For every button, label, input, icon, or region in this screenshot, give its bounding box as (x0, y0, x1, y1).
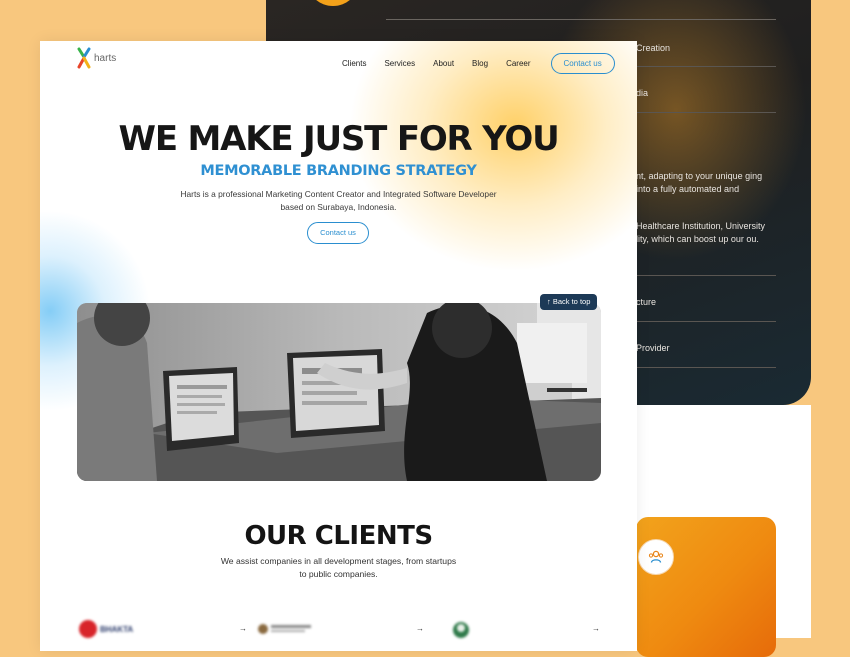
hero-subtitle: MEMORABLE BRANDING STRATEGY (200, 163, 477, 179)
hero-photo (77, 303, 601, 481)
divider (636, 275, 776, 276)
divider (636, 66, 776, 67)
logo-text: harts (94, 52, 117, 64)
orange-circle-decoration (308, 0, 358, 6)
nav-career[interactable]: Career (506, 59, 530, 68)
nav-clients[interactable]: Clients (342, 59, 366, 68)
service-row-3[interactable]: cture (636, 296, 776, 309)
brand-logo[interactable]: harts (77, 47, 116, 69)
service-row-4[interactable]: Provider (636, 342, 776, 355)
arrow-right-icon[interactable]: → (239, 624, 247, 633)
nav-services[interactable]: Services (384, 59, 415, 68)
arrow-up-icon: ↑ (547, 297, 551, 306)
header-contact-button[interactable]: Contact us (550, 53, 615, 74)
hero-description: Harts is a professional Marketing Conten… (180, 189, 497, 212)
service-description-1: nt, adapting to your unique ging into a … (636, 171, 763, 194)
service-description-2: Healthcare Institution, University lity,… (636, 221, 766, 244)
main-page: harts Clients Services About Blog Career… (40, 41, 637, 651)
back-to-top-label: Back to top (552, 297, 591, 306)
client-logo-1[interactable]: BHAKTA (78, 619, 138, 644)
client-logo-2[interactable] (256, 619, 316, 644)
hero-contact-button[interactable]: Contact us (307, 222, 369, 244)
divider (636, 321, 776, 322)
arrow-right-icon[interactable]: → (416, 624, 424, 633)
hero-title: WE MAKE JUST FOR YOU (118, 119, 560, 159)
client-logo-text: BHAKTA (100, 625, 133, 634)
background (811, 405, 850, 638)
back-to-top-button[interactable]: ↑ Back to top (540, 294, 598, 310)
client-logo-3[interactable] (450, 619, 480, 646)
arrow-right-icon[interactable]: → (592, 624, 600, 633)
service-row-1[interactable]: Creation (636, 42, 776, 55)
clients-description: We assist companies in all development s… (220, 556, 457, 579)
divider (386, 19, 776, 20)
users-icon (638, 539, 674, 575)
service-card[interactable] (636, 517, 776, 657)
service-row-2[interactable]: dia (636, 87, 776, 100)
nav-about[interactable]: About (433, 59, 454, 68)
logo-mark-icon (77, 47, 91, 69)
clients-title: OUR CLIENTS (244, 521, 433, 551)
divider (636, 112, 776, 113)
nav-blog[interactable]: Blog (472, 59, 488, 68)
top-navigation: Clients Services About Blog Career Conta… (342, 53, 615, 74)
divider (636, 367, 776, 368)
